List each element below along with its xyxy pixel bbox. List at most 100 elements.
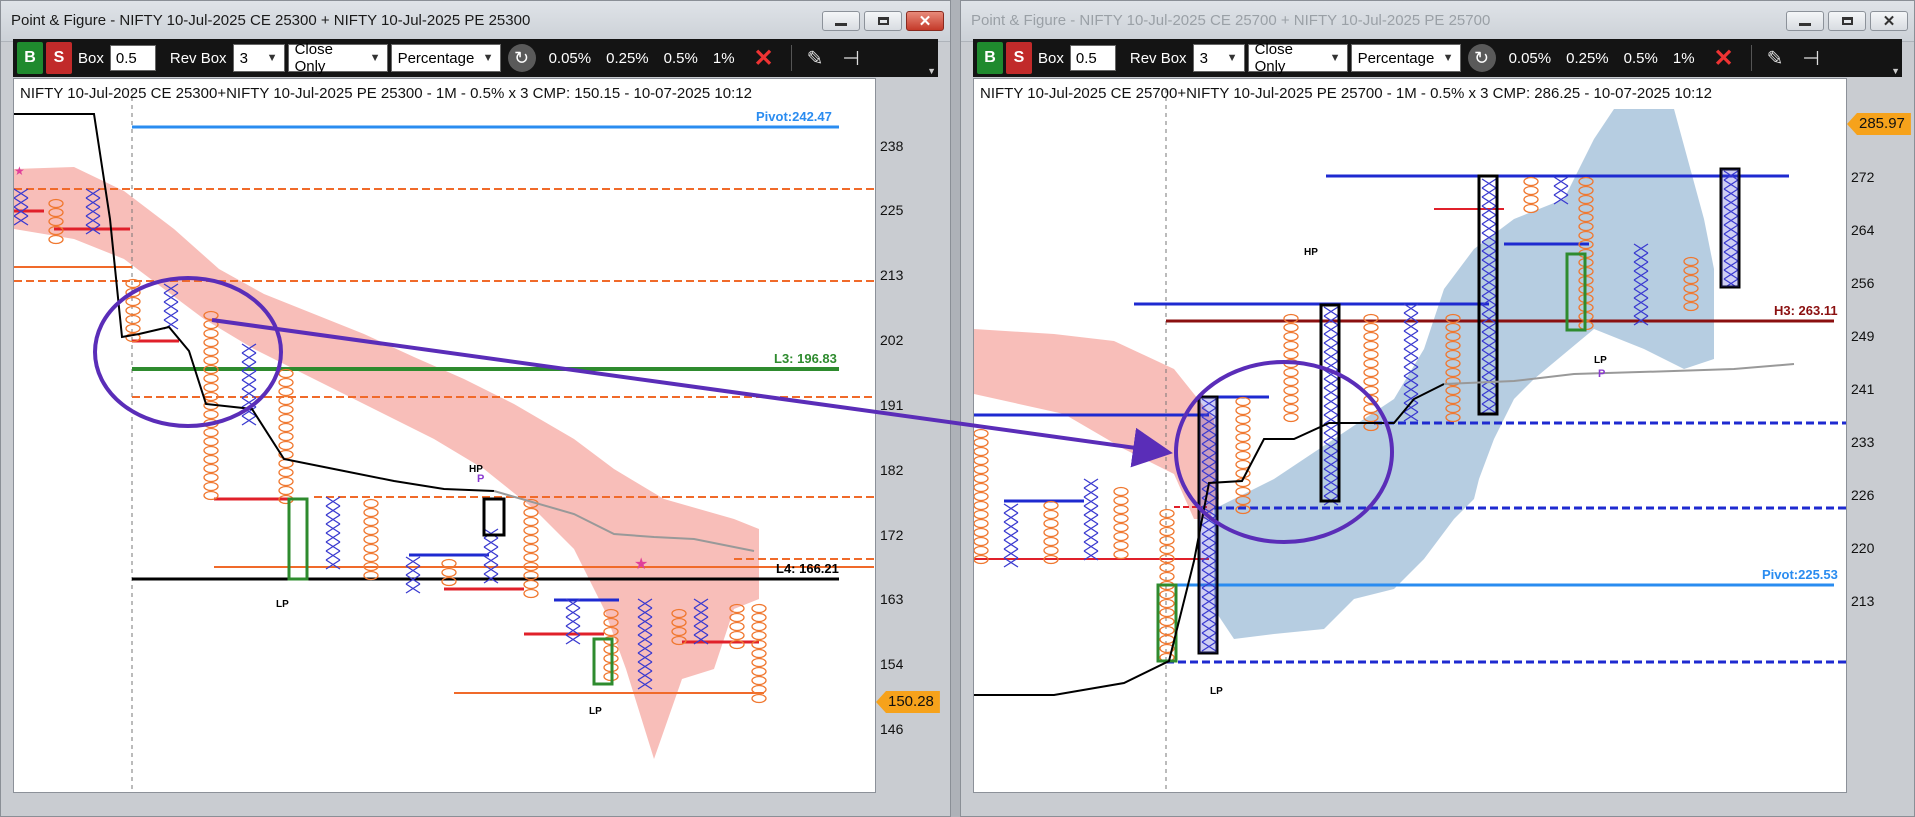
- x-mark: [1323, 342, 1339, 353]
- o-mark: [363, 534, 379, 545]
- o-mark: [1283, 385, 1299, 396]
- x-mark: [483, 555, 499, 566]
- left-buy-button[interactable]: B: [17, 42, 43, 74]
- right-buy-button[interactable]: B: [977, 42, 1003, 74]
- right-minimize-button[interactable]: [1786, 11, 1824, 31]
- o-mark: [1159, 616, 1175, 627]
- left-pct-025-button[interactable]: 0.25%: [600, 50, 655, 67]
- x-mark: [1083, 496, 1099, 507]
- o-mark: [751, 612, 767, 623]
- right-scale-select[interactable]: Percentage ▼: [1350, 44, 1461, 72]
- left-titlebar[interactable]: Point & Figure - NIFTY 10-Jul-2025 CE 25…: [1, 1, 950, 42]
- x-mark: [325, 514, 341, 525]
- right-pct-005-button[interactable]: 0.05%: [1503, 50, 1558, 67]
- o-mark: [1523, 185, 1539, 196]
- minimize-icon: [1799, 22, 1811, 26]
- o-mark: [1113, 495, 1129, 506]
- left-pin-icon[interactable]: ⊣: [834, 46, 867, 71]
- right-h3-label: H3: 263.11: [1774, 303, 1838, 318]
- o-mark: [523, 516, 539, 527]
- o-mark: [729, 612, 745, 623]
- left-y-tick: 202: [880, 332, 904, 348]
- left-scale-select[interactable]: Percentage ▼: [390, 44, 501, 72]
- o-mark: [974, 545, 989, 556]
- o-mark: [1043, 509, 1059, 520]
- left-draw-pencil-icon[interactable]: ✎: [799, 46, 832, 71]
- left-delete-icon[interactable]: ✕: [744, 44, 784, 73]
- o-mark: [1235, 396, 1251, 407]
- right-maximize-button[interactable]: [1828, 11, 1866, 31]
- close-icon: ✕: [918, 12, 932, 30]
- right-delete-icon[interactable]: ✕: [1704, 44, 1744, 73]
- left-chart-header: NIFTY 10-Jul-2025 CE 25300+NIFTY 10-Jul-…: [20, 85, 752, 102]
- o-mark: [1159, 535, 1175, 546]
- left-rev-box-select[interactable]: 3 ▼: [232, 44, 285, 72]
- x-mark: [241, 370, 257, 381]
- x-mark: [1481, 187, 1497, 198]
- o-mark: [1159, 571, 1175, 582]
- right-y-tick: 249: [1851, 328, 1875, 344]
- left-refresh-button[interactable]: ↻: [507, 44, 536, 72]
- left-method-select[interactable]: Close Only ▼: [287, 41, 388, 75]
- x-mark: [241, 415, 257, 426]
- x-mark: [1083, 541, 1099, 552]
- right-titlebar[interactable]: Point & Figure - NIFTY 10-Jul-2025 CE 25…: [961, 1, 1914, 42]
- right-pct-1-button[interactable]: 1%: [1667, 50, 1701, 67]
- o-mark: [974, 518, 989, 529]
- x-mark: [1323, 351, 1339, 362]
- o-mark: [974, 482, 989, 493]
- left-pct-05-button[interactable]: 0.5%: [658, 50, 704, 67]
- o-mark: [1363, 403, 1379, 414]
- right-pin-icon[interactable]: ⊣: [1794, 46, 1827, 71]
- left-sell-button[interactable]: S: [46, 42, 72, 74]
- o-mark: [1283, 358, 1299, 369]
- left-close-button[interactable]: ✕: [906, 11, 944, 31]
- right-pct-025-button[interactable]: 0.25%: [1560, 50, 1615, 67]
- x-mark: [1083, 523, 1099, 534]
- o-mark: [1113, 540, 1129, 551]
- left-box-input[interactable]: [109, 45, 156, 71]
- o-mark: [203, 472, 219, 483]
- o-mark: [1235, 432, 1251, 443]
- x-mark: [405, 583, 421, 594]
- o-mark: [974, 437, 989, 448]
- o-mark: [48, 234, 64, 245]
- o-mark: [751, 657, 767, 668]
- right-method-select[interactable]: Close Only ▼: [1247, 41, 1348, 75]
- o-mark: [1113, 504, 1129, 515]
- o-mark: [1283, 394, 1299, 405]
- right-rev-box-select[interactable]: 3 ▼: [1192, 44, 1245, 72]
- o-mark: [278, 485, 294, 496]
- right-refresh-button[interactable]: ↻: [1467, 44, 1496, 72]
- x-mark: [1481, 196, 1497, 207]
- o-mark: [523, 552, 539, 563]
- left-toolbar-overflow-icon[interactable]: ▼: [927, 66, 936, 76]
- right-close-button[interactable]: ✕: [1870, 11, 1908, 31]
- right-toolbar-overflow-icon[interactable]: ▼: [1891, 66, 1900, 76]
- o-mark: [1523, 176, 1539, 187]
- left-pct-1-button[interactable]: 1%: [707, 50, 741, 67]
- right-draw-pencil-icon[interactable]: ✎: [1759, 46, 1792, 71]
- o-mark: [1159, 544, 1175, 555]
- left-lp-marker-1: LP: [276, 599, 289, 610]
- left-maximize-button[interactable]: [864, 11, 902, 31]
- right-x-fill-2: [1721, 169, 1739, 287]
- right-chart-area[interactable]: NIFTY 10-Jul-2025 CE 25700+NIFTY 10-Jul-…: [973, 78, 1847, 793]
- right-pf-chart[interactable]: H3: 263.11 Pivot:225.53 HP LP P LP: [974, 79, 1847, 793]
- o-mark: [278, 377, 294, 388]
- right-box-input[interactable]: [1069, 45, 1116, 71]
- left-chart-area[interactable]: NIFTY 10-Jul-2025 CE 25300+NIFTY 10-Jul-…: [13, 78, 876, 793]
- o-mark: [523, 525, 539, 536]
- left-minimize-button[interactable]: [822, 11, 860, 31]
- o-mark: [203, 409, 219, 420]
- o-mark: [1159, 607, 1175, 618]
- o-mark: [1363, 385, 1379, 396]
- o-mark: [523, 588, 539, 599]
- right-sell-button[interactable]: S: [1006, 42, 1032, 74]
- x-mark: [1403, 348, 1419, 359]
- right-pct-05-button[interactable]: 0.5%: [1618, 50, 1664, 67]
- left-pf-chart[interactable]: Pivot:242.47 L3: 196.83 L4: 166.21 HP P …: [14, 79, 876, 793]
- right-y-tick: 256: [1851, 275, 1875, 291]
- x-mark: [1481, 214, 1497, 225]
- left-pct-005-button[interactable]: 0.05%: [543, 50, 598, 67]
